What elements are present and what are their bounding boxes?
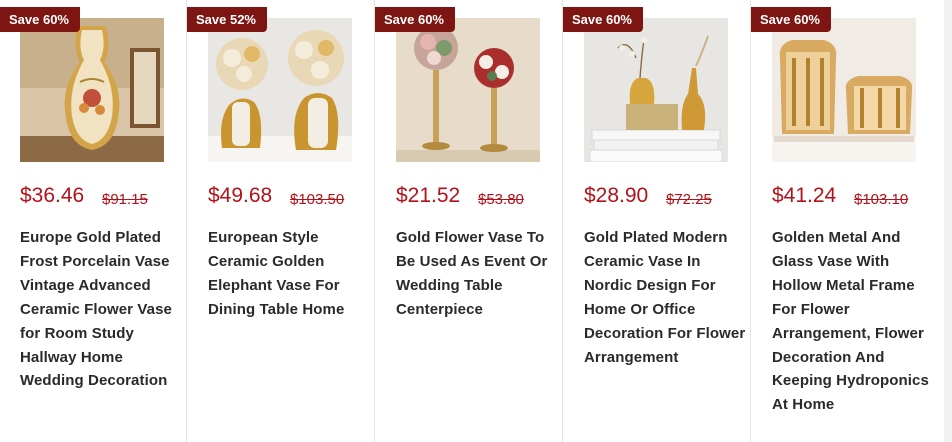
discount-badge: Save 60% [0,7,80,32]
sale-price: $21.52 [396,184,461,207]
discount-badge: Save 52% [187,7,267,32]
product-card[interactable]: Save 60% $41.24 $103.10 Golden Metal And… [751,0,944,442]
product-image[interactable] [396,18,540,162]
product-card[interactable]: Save 60% $28.90 $72.25 Gold Plated Moder… [563,0,751,442]
discount-badge: Save 60% [751,7,831,32]
sale-price: $49.68 [208,184,273,207]
product-title[interactable]: Gold Plated Modern Ceramic Vase In Nordi… [584,226,749,369]
original-price: $53.80 [478,191,524,208]
product-image[interactable] [584,18,728,162]
sale-price: $36.46 [20,184,85,207]
discount-badge: Save 60% [375,7,455,32]
product-image[interactable] [208,18,352,162]
original-price: $103.50 [290,191,345,208]
product-card[interactable]: Save 60% $36.46 $91.15 Europe Gold Plate… [0,0,187,442]
page-scrollbar[interactable] [944,0,952,442]
product-image[interactable] [772,18,916,162]
sale-price: $41.24 [772,184,837,207]
product-title[interactable]: Gold Flower Vase To Be Used As Event Or … [396,226,561,322]
product-card[interactable]: Save 52% $49.68 $103.50 European Style C… [187,0,375,442]
product-card[interactable]: Save 60% $21.52 $53.80 Gold Flower Vase … [375,0,563,442]
product-image[interactable] [20,18,164,162]
original-price: $72.25 [666,191,712,208]
product-title[interactable]: Europe Gold Plated Frost Porcelain Vase … [20,226,185,393]
original-price: $91.15 [102,191,148,208]
discount-badge: Save 60% [563,7,643,32]
product-title[interactable]: Golden Metal And Glass Vase With Hollow … [772,226,937,417]
product-grid: Save 60% $36.46 $91.15 Europe Gold Plate… [0,0,952,442]
product-title[interactable]: European Style Ceramic Golden Elephant V… [208,226,373,322]
original-price: $103.10 [854,191,909,208]
sale-price: $28.90 [584,184,649,207]
